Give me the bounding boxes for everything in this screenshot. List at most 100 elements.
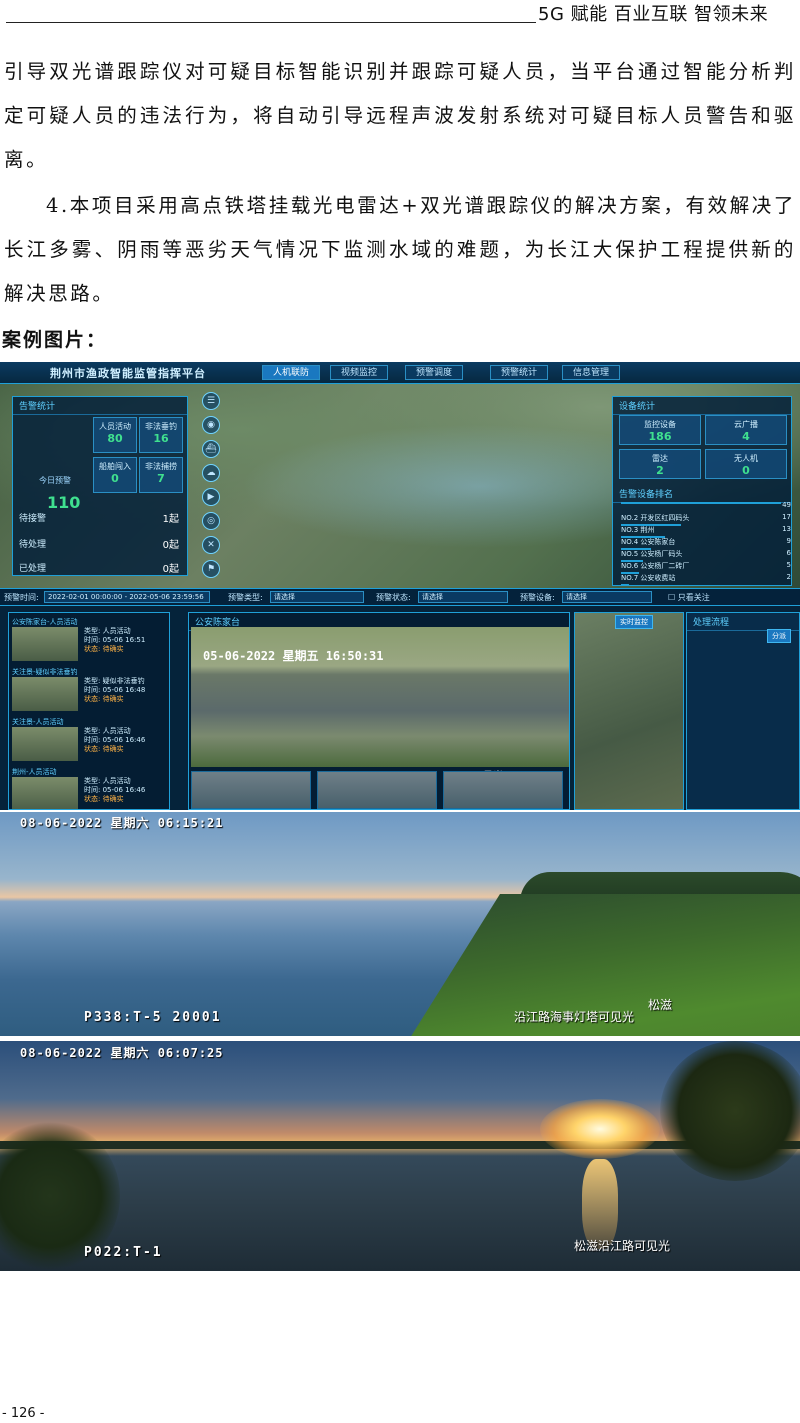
paragraph-2: 4.本项目采用高点铁塔挂载光电雷达+双光谱跟踪仪的解决方案，有效解决了长江多雾、… — [4, 194, 796, 305]
header-rule — [6, 22, 536, 23]
alarm-thumbnail — [12, 777, 78, 809]
row-pending-handle-value: 0起 — [162, 540, 179, 551]
list-item[interactable]: 关注景-疑似非法垂钓 类型: 疑似非法垂钓 时间: 05-06 16:48 状态… — [12, 667, 168, 715]
cloud-icon[interactable]: ☁ — [202, 464, 220, 482]
video-icon[interactable]: ▶ — [202, 488, 220, 506]
stat-label: 人员活动 — [99, 422, 131, 431]
alarm-meta: 类型: 人员活动 时间: 05-06 16:46 状态: 待确实 — [84, 777, 145, 804]
filter-device-select[interactable]: 请选择 — [562, 591, 652, 603]
video-frame[interactable]: 05-06-2022 星期五 16:50:31 可见光 — [191, 627, 569, 782]
stat-monitor-devices: 监控设备 186 — [619, 415, 701, 445]
photo2-label: 松滋沿江路可见光 — [574, 1239, 671, 1253]
stat-value: 0 — [742, 464, 750, 477]
filter-bar: 预警时间: 2022-02-01 00:00:00 - 2022-05-06 2… — [0, 588, 800, 606]
alarm-time: 时间: 05-06 16:46 — [84, 736, 146, 744]
nav-tab-video[interactable]: 视频监控 — [330, 365, 389, 380]
alarm-head: 关注景-疑似非法垂钓 — [12, 668, 78, 676]
video-thumbnail[interactable] — [191, 771, 311, 809]
group-icon[interactable]: ⚑ — [202, 560, 220, 578]
stat-label: 船舶闯入 — [99, 462, 131, 471]
eye-icon[interactable]: ◉ — [202, 416, 220, 434]
header-slogan: 5G 赋能 百业互联 智领未来 — [538, 4, 769, 25]
stat-value: 2 — [656, 464, 664, 477]
mini-map[interactable]: 实时监控 — [574, 612, 684, 810]
row-handled-value: 0起 — [162, 564, 179, 575]
nav-tab-joint-defense[interactable]: 人机联防 — [262, 365, 321, 380]
alarm-head: 公安陈家台-人员活动 — [12, 618, 78, 626]
stat-value: 4 — [742, 430, 750, 443]
alarm-type: 类型: 人员活动 — [84, 627, 131, 635]
alarm-list: 公安陈家台-人员活动 类型: 人员活动 时间: 05-06 16:51 状态: … — [8, 612, 170, 810]
rank-value: 6 — [786, 549, 791, 557]
filter-device-label: 预警设备: — [520, 593, 555, 602]
stat-label: 云广播 — [734, 420, 758, 429]
filter-type-select[interactable]: 请选择 — [270, 591, 364, 603]
list-item[interactable]: 关注景-人员活动 类型: 人员活动 时间: 05-06 16:46 状态: 待确… — [12, 717, 168, 765]
alarm-status: 状态: 待确实 — [84, 645, 124, 653]
rank-label: NO.3 荆州 — [621, 526, 655, 534]
filter-type-label: 预警类型: — [228, 593, 263, 602]
row-pending-accept-value: 1起 — [162, 514, 179, 525]
filter-status-label: 预警状态: — [376, 593, 411, 602]
stat-radar: 雷达 2 — [619, 449, 701, 479]
stat-value: 16 — [153, 432, 169, 445]
close-icon[interactable]: ✕ — [202, 536, 220, 554]
alarm-meta: 类型: 人员活动 时间: 05-06 16:51 状态: 待确实 — [84, 627, 145, 654]
alarm-thumbnail — [12, 727, 78, 761]
stat-label: 雷达 — [652, 454, 668, 463]
alarm-head: 荆州-人员活动 — [12, 768, 57, 776]
alarm-status: 状态: 待确实 — [84, 795, 124, 803]
rank-row-5: NO.5 公安杨厂码头 6 — [621, 549, 791, 562]
stat-value: 7 — [157, 472, 165, 485]
camera-icon[interactable]: ◎ — [202, 512, 220, 530]
rank-value: 2 — [786, 573, 791, 581]
dispatch-button[interactable]: 分派 — [767, 629, 791, 643]
stat-label: 无人机 — [734, 454, 758, 463]
nav-tab-dispatch[interactable]: 预警调度 — [405, 365, 464, 380]
rank-label: NO.2 开发区红四码头 — [621, 514, 690, 522]
alarm-status: 状态: 待确实 — [84, 745, 124, 753]
only-watch-label: 只看关注 — [677, 593, 710, 602]
list-item[interactable]: 荆州-人员活动 类型: 人员活动 时间: 05-06 16:46 状态: 待确实 — [12, 767, 168, 809]
row-pending-handle: 待处理 — [19, 540, 47, 550]
ship-icon[interactable]: ⛴ — [202, 440, 220, 458]
rank-value: 17 — [782, 513, 791, 521]
foliage-right — [660, 1041, 800, 1181]
row-handled: 已处理 — [19, 564, 47, 574]
only-watch-checkbox[interactable]: ☐ 只看关注 — [668, 592, 710, 603]
platform-title: 荆州市渔政智能监管指挥平台 — [50, 367, 206, 380]
stat-drone: 无人机 0 — [705, 449, 787, 479]
filter-status-select[interactable]: 请选择 — [418, 591, 508, 603]
alarm-status: 状态: 待确实 — [84, 695, 124, 703]
alarm-stats-panel: 告警统计 今日预警 110 人员活动 80 非法垂钓 16 船舶闯入 0 非法捕… — [12, 396, 188, 576]
live-monitor-button[interactable]: 实时监控 — [615, 615, 653, 629]
process-panel: 处理流程 分派 — [686, 612, 800, 810]
alarm-meta: 类型: 疑似非法垂钓 时间: 05-06 16:48 状态: 待确实 — [84, 677, 145, 704]
rank-label: NO.4 公安陈家台 — [621, 538, 676, 546]
device-stats-panel: 设备统计 监控设备 186 云广播 4 雷达 2 无人机 0 告警设备排名 49… — [612, 396, 792, 586]
alarm-type: 类型: 人员活动 — [84, 727, 131, 735]
stat-label: 非法捕捞 — [145, 462, 177, 471]
list-item[interactable]: 公安陈家台-人员活动 类型: 人员活动 时间: 05-06 16:51 状态: … — [12, 617, 168, 665]
alarm-time: 时间: 05-06 16:48 — [84, 686, 146, 694]
photo2-timestamp: 08-06-2022 星期六 06:07:25 — [20, 1046, 224, 1060]
video-thumbnail[interactable] — [443, 771, 563, 809]
filter-time-input[interactable]: 2022-02-01 00:00:00 - 2022-05-06 23:59:5… — [44, 591, 210, 603]
photo1-corner-label: 松滋 — [648, 998, 673, 1012]
video-panel: 公安陈家台 05-06-2022 星期五 16:50:31 可见光 — [188, 612, 570, 810]
nav-tab-stats[interactable]: 预警统计 — [490, 365, 549, 380]
video-thumbnail[interactable] — [317, 771, 437, 809]
stat-value: 0 — [111, 472, 119, 485]
rank-label: NO.7 公安收费站 — [621, 574, 676, 582]
rank-row-7: NO.7 公安收费站 2 — [621, 573, 791, 586]
alarm-thumbnail — [12, 677, 78, 711]
today-alarm-value: 110 — [47, 493, 81, 512]
stat-ship-intrusion: 船舶闯入 0 — [93, 457, 137, 493]
camera-photo-sunrise: 08-06-2022 星期六 06:07:25 P022:T-1 松滋沿江路可见… — [0, 1041, 800, 1271]
alarm-head: 关注景-人员活动 — [12, 718, 64, 726]
device-stats-title: 设备统计 — [613, 397, 791, 415]
alarm-type: 类型: 人员活动 — [84, 777, 131, 785]
platform-topbar: 荆州市渔政智能监管指挥平台 人机联防 视频监控 预警调度 预警统计 信息管理 — [0, 362, 800, 384]
nav-tab-info[interactable]: 信息管理 — [562, 365, 621, 380]
list-icon[interactable]: ☰ — [202, 392, 220, 410]
